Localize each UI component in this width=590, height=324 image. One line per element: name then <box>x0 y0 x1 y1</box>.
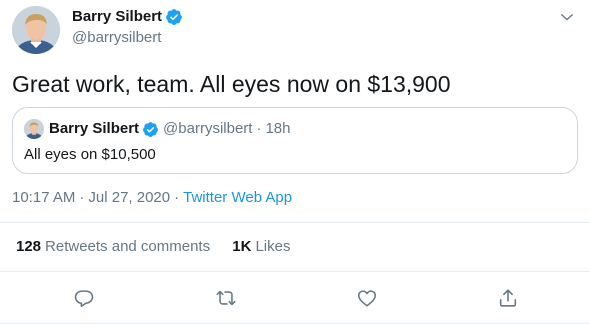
tweet-meta: 10:17 AM · Jul 27, 2020 · Twitter Web App <box>12 188 292 208</box>
reply-button[interactable] <box>73 287 95 309</box>
author-info: Barry Silbert @barrysilbert <box>72 7 183 48</box>
likes-count: 1K <box>232 238 252 255</box>
quoted-tweet-text: All eyes on $10,500 <box>24 146 156 163</box>
quoted-author-handle: @barrysilbert <box>163 120 253 137</box>
reply-icon <box>74 290 94 308</box>
share-button[interactable] <box>497 287 519 309</box>
share-icon <box>499 289 517 307</box>
like-icon <box>357 290 377 307</box>
tweet-time[interactable]: 10:17 AM <box>12 189 75 206</box>
retweets-stat[interactable]: 128 Retweets and comments <box>16 237 210 257</box>
retweets-label: Retweets and comments <box>45 238 211 255</box>
verified-badge-icon <box>166 9 182 25</box>
quoted-tweet-time: 18h <box>265 120 291 137</box>
divider <box>0 222 590 223</box>
retweet-button[interactable] <box>215 287 237 309</box>
tweet-text: Great work, team. All eyes now on $13,90… <box>12 71 451 97</box>
source-app-link[interactable]: Twitter Web App <box>183 189 292 206</box>
separator-dot: · <box>79 189 85 206</box>
author-name-row[interactable]: Barry Silbert <box>72 7 183 27</box>
separator-dot: · <box>256 120 262 137</box>
likes-label: Likes <box>255 238 291 255</box>
retweets-count: 128 <box>16 238 42 255</box>
like-button[interactable] <box>356 287 378 309</box>
tweet-date[interactable]: Jul 27, 2020 <box>88 189 170 206</box>
quoted-author-name: Barry Silbert <box>49 120 140 137</box>
retweet-icon <box>216 290 236 306</box>
likes-stat[interactable]: 1K Likes <box>232 237 290 257</box>
author-handle[interactable]: @barrysilbert <box>72 28 183 48</box>
avatar-image <box>12 6 60 54</box>
chevron-down-icon[interactable] <box>558 8 576 26</box>
author-display-name[interactable]: Barry Silbert <box>72 7 162 27</box>
separator-dot: · <box>174 189 180 206</box>
tweet-stats: 128 Retweets and comments 1K Likes <box>16 237 291 257</box>
divider <box>0 271 590 272</box>
avatar-image <box>24 119 44 139</box>
quoted-tweet[interactable]: Barry Silbert @barrysilbert · 18h All ey… <box>12 107 578 174</box>
quoted-author-avatar <box>24 119 44 139</box>
verified-badge-icon <box>143 121 158 137</box>
author-avatar[interactable] <box>12 6 60 54</box>
quoted-tweet-header: Barry Silbert @barrysilbert · 18h <box>49 119 291 139</box>
